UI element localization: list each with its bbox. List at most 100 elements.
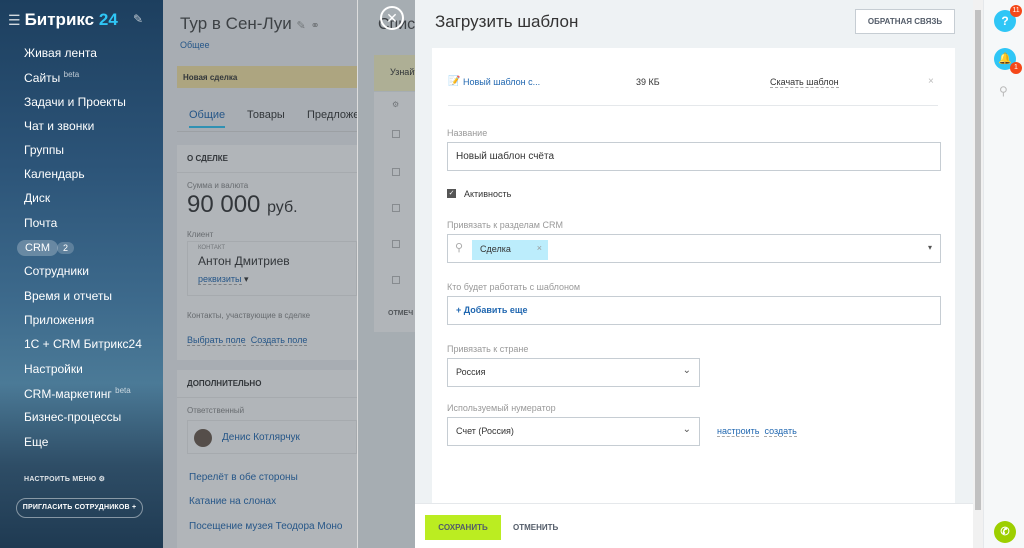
chevron-down-icon[interactable]: ▾ xyxy=(928,243,932,252)
file-name[interactable]: Новый шаблон с... xyxy=(463,77,540,87)
create-link[interactable]: создать xyxy=(764,426,797,437)
chevron-down-icon: ⌄ xyxy=(682,424,691,435)
invite-employees-button[interactable]: ПРИГЛАСИТЬ СОТРУДНИКОВ + xyxy=(16,498,143,518)
right-bar: ? 11 🔔 1 ⚲ ✆ xyxy=(983,0,1024,548)
deal-link-1[interactable]: Перелёт в обе стороны xyxy=(189,472,298,483)
chevron-down-icon: ⌄ xyxy=(682,365,691,376)
name-label: Название xyxy=(447,128,488,138)
amount-label: Сумма и валюта xyxy=(187,181,249,190)
info-banner: Узнайт xyxy=(374,55,418,91)
sidebar-item[interactable]: Группы xyxy=(24,143,64,157)
phone-button[interactable]: ✆ xyxy=(994,521,1016,543)
upload-template-slider: Загрузить шаблон ОБРАТНАЯ СВЯЗЬ 📝 Новый … xyxy=(415,0,973,548)
sidebar-item[interactable]: CRM-маркетинг beta xyxy=(24,386,131,401)
create-field-link[interactable]: Создать поле xyxy=(250,335,308,346)
crm-sections-select[interactable]: ⚲ Сделка × ▾ xyxy=(447,234,941,263)
requisites-link[interactable]: реквизиты ▾ xyxy=(198,274,249,285)
contacts-note: Контакты, участвующие в сделке xyxy=(187,311,311,320)
gear-icon: ⚙ xyxy=(98,476,106,483)
currency: руб. xyxy=(267,199,298,216)
row-checkbox[interactable] xyxy=(392,240,400,248)
scrollbar-thumb[interactable] xyxy=(975,10,981,510)
sidebar-item[interactable]: 1С + CRM Битрикс24 xyxy=(24,337,142,351)
gear-icon[interactable]: ⚙ xyxy=(392,100,399,109)
sidebar-item[interactable]: Диск xyxy=(24,191,50,205)
deal-link-3[interactable]: Посещение музея Теодора Моно xyxy=(189,521,343,532)
extra-header: ДОПОЛНИТЕЛЬНО xyxy=(177,370,357,398)
choose-field-link[interactable]: Выбрать поле xyxy=(187,335,246,346)
sidebar-item[interactable]: Бизнес-процессы xyxy=(24,410,121,424)
deal-panel: Тур в Сен-Луи ✎ ⚭ Общее Новая сделка Общ… xyxy=(163,0,359,548)
scrollbar[interactable] xyxy=(973,0,983,548)
responsible-box: Денис Котлярчук xyxy=(187,420,357,454)
who-label: Кто будет работать с шаблоном xyxy=(447,282,581,292)
sidebar-item-label: Почта xyxy=(24,216,58,230)
chip-label: Сделка xyxy=(480,244,511,254)
sidebar-item-label: Чат и звонки xyxy=(24,119,95,133)
about-deal-header: О СДЕЛКЕ xyxy=(177,145,357,173)
slider-footer: СОХРАНИТЬ ОТМЕНИТЬ xyxy=(415,503,973,548)
client-box: контакт Антон Дмитриев реквизиты ▾ xyxy=(187,241,357,296)
sidebar-item-label: Сотрудники xyxy=(24,264,89,278)
row-checkbox[interactable] xyxy=(392,204,400,212)
edit-pencil-icon[interactable]: ✎ xyxy=(133,12,143,26)
sidebar-item[interactable]: Еще xyxy=(24,435,48,449)
deal-category[interactable]: Общее xyxy=(180,40,209,50)
deal-amount: 90 000 руб. xyxy=(187,191,298,219)
row-checkbox[interactable] xyxy=(392,276,400,284)
numerator-select[interactable]: Счет (Россия) ⌄ xyxy=(447,417,700,446)
crm-counter-badge: 2 xyxy=(57,242,75,254)
menu-icon[interactable]: ☰ xyxy=(8,12,21,28)
link-icon[interactable]: ⚭ xyxy=(310,20,319,32)
remove-file-icon[interactable]: × xyxy=(928,76,934,87)
country-value: Россия xyxy=(456,367,486,377)
row-checkbox[interactable] xyxy=(392,168,400,176)
logo-text: Битрикс xyxy=(24,10,95,29)
tab-proposals[interactable]: Предложе xyxy=(307,109,359,121)
contact-name[interactable]: Антон Дмитриев xyxy=(198,254,290,268)
sidebar-item-label: CRM-маркетинг xyxy=(24,387,112,401)
numerator-links: настроить создать xyxy=(717,426,797,437)
edit-pencil-icon[interactable]: ✎ xyxy=(297,20,306,32)
file-size: 39 КБ xyxy=(636,77,660,87)
tab-products[interactable]: Товары xyxy=(247,109,285,121)
sidebar-item-crm[interactable]: CRM xyxy=(17,240,59,256)
tab-general[interactable]: Общие xyxy=(189,109,226,128)
deal-link-2[interactable]: Катание на слонах xyxy=(189,496,276,507)
active-checkbox[interactable]: ✓ xyxy=(447,189,456,198)
logo[interactable]: ☰ Битрикс 24 xyxy=(8,10,118,30)
field-links: Выбрать поле Создать поле xyxy=(187,335,308,346)
sidebar-item[interactable]: Сайты beta xyxy=(24,70,79,85)
add-more-button[interactable]: + Добавить еще xyxy=(447,296,941,325)
save-button[interactable]: СОХРАНИТЬ xyxy=(425,515,501,540)
sidebar-item[interactable]: Настройки xyxy=(24,362,83,376)
active-label: Активность xyxy=(464,189,512,199)
sidebar-item-label: Приложения xyxy=(24,313,95,327)
amount-value: 90 000 xyxy=(187,191,261,218)
configure-menu-button[interactable]: НАСТРОИТЬ МЕНЮ ⚙ xyxy=(24,475,105,483)
feedback-button[interactable]: ОБРАТНАЯ СВЯЗЬ xyxy=(855,9,955,34)
deal-stage-bar[interactable]: Новая сделка xyxy=(177,66,357,88)
remove-chip-icon[interactable]: × xyxy=(537,243,542,253)
row-checkbox[interactable] xyxy=(392,130,400,138)
sidebar-item[interactable]: Время и отчеты xyxy=(24,289,112,303)
beta-tag: beta xyxy=(63,70,80,79)
bind-crm-label: Привязать к разделам CRM xyxy=(447,220,563,230)
name-input[interactable]: Новый шаблон счёта xyxy=(447,142,941,171)
configure-link[interactable]: настроить xyxy=(717,426,760,437)
sidebar-item[interactable]: Приложения xyxy=(24,313,94,327)
sidebar-item[interactable]: Живая лента xyxy=(24,46,97,60)
download-template-link[interactable]: Скачать шаблон xyxy=(770,77,839,88)
file-row: 📝 Новый шаблон с... 39 КБ Скачать шаблон… xyxy=(448,76,938,106)
close-icon[interactable]: ✕ xyxy=(380,6,404,30)
sidebar-item[interactable]: Сотрудники xyxy=(24,264,89,278)
search-icon[interactable]: ⚲ xyxy=(999,84,1008,98)
country-select[interactable]: Россия ⌄ xyxy=(447,358,700,387)
responsible-name[interactable]: Денис Котлярчук xyxy=(222,432,300,443)
cancel-button[interactable]: ОТМЕНИТЬ xyxy=(513,515,558,540)
list-body: ⚙ ОТМЕЧ xyxy=(374,92,416,332)
sidebar-item[interactable]: Чат и звонки xyxy=(24,119,94,133)
sidebar-item[interactable]: Задачи и Проекты xyxy=(24,95,126,109)
sidebar-item[interactable]: Почта xyxy=(24,216,57,230)
sidebar-item[interactable]: Календарь xyxy=(24,167,85,181)
